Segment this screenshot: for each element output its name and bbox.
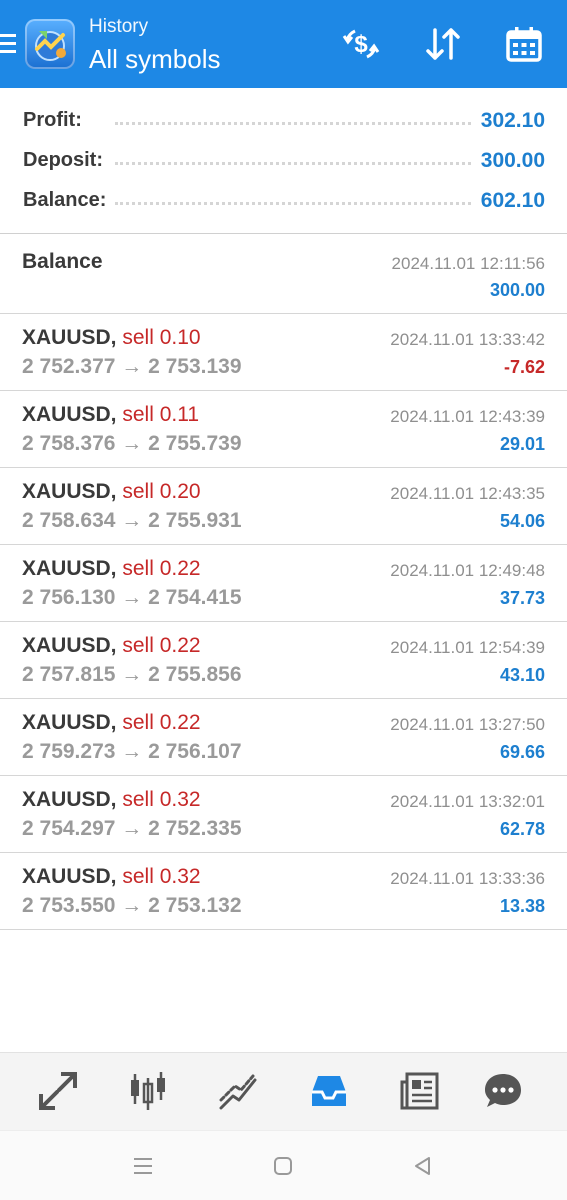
deal-side: sell 0.10 bbox=[122, 326, 201, 349]
deal-side: sell 0.22 bbox=[122, 557, 201, 580]
deal-symbol: XAUUSD, sell 0.32 bbox=[22, 788, 201, 812]
system-navigation-bar bbox=[0, 1130, 567, 1200]
deal-row[interactable]: XAUUSD, sell 0.22 2 757.815 → 2 755.856 … bbox=[0, 622, 567, 699]
deal-row[interactable]: XAUUSD, sell 0.10 2 752.377 → 2 753.139 … bbox=[0, 314, 567, 391]
deal-row[interactable]: XAUUSD, sell 0.22 2 759.273 → 2 756.107 … bbox=[0, 699, 567, 776]
deal-profit: 43.10 bbox=[499, 665, 545, 685]
deal-time: 2024.11.01 13:33:36 bbox=[390, 869, 545, 888]
deal-time: 2024.11.01 13:32:01 bbox=[390, 792, 545, 811]
chat-icon[interactable] bbox=[479, 1069, 527, 1113]
deal-time: 2024.11.01 13:27:50 bbox=[390, 715, 545, 734]
deal-row[interactable]: XAUUSD, sell 0.22 2 756.130 → 2 754.415 … bbox=[0, 545, 567, 622]
home-icon[interactable] bbox=[268, 1151, 298, 1181]
summary-profit-row: Profit: 302.10 bbox=[0, 100, 567, 140]
deal-profit: 37.73 bbox=[499, 588, 545, 608]
deal-symbol: XAUUSD, sell 0.10 bbox=[22, 326, 201, 350]
deal-row[interactable]: XAUUSD, sell 0.32 2 754.297 → 2 752.335 … bbox=[0, 776, 567, 853]
deal-row[interactable]: XAUUSD, sell 0.20 2 758.634 → 2 755.931 … bbox=[0, 468, 567, 545]
currency-exchange-icon[interactable]: $ bbox=[339, 22, 383, 66]
svg-text:$: $ bbox=[354, 31, 368, 58]
deal-profit: 62.78 bbox=[499, 819, 545, 839]
deals-list: Balance 2024.11.01 12:11:56 300.00 XAUUS… bbox=[0, 234, 567, 930]
dotted-leader bbox=[115, 122, 477, 125]
symbol-name: XAUUSD, bbox=[22, 788, 117, 811]
symbol-name: XAUUSD, bbox=[22, 634, 117, 657]
deal-prices: 2 758.634 → 2 755.931 bbox=[22, 509, 242, 532]
symbol-name: XAUUSD, bbox=[22, 865, 117, 888]
symbol-name: XAUUSD, bbox=[22, 557, 117, 580]
deal-prices: 2 754.297 → 2 752.335 bbox=[22, 817, 242, 840]
deal-time: 2024.11.01 12:49:48 bbox=[390, 561, 545, 580]
menu-icon[interactable] bbox=[0, 34, 16, 56]
deal-side: sell 0.32 bbox=[122, 865, 201, 888]
deal-prices: 2 759.273 → 2 756.107 bbox=[22, 740, 242, 763]
summary-balance-row: Balance: 602.10 bbox=[0, 180, 567, 220]
deal-side: sell 0.22 bbox=[122, 634, 201, 657]
deal-symbol: XAUUSD, sell 0.20 bbox=[22, 480, 201, 504]
deal-profit: 13.38 bbox=[499, 896, 545, 916]
deal-symbol: XAUUSD, sell 0.11 bbox=[22, 403, 199, 427]
deal-prices: 2 758.376 → 2 755.739 bbox=[22, 432, 242, 455]
summary-value: 300.00 bbox=[472, 149, 545, 173]
summary-value: 602.10 bbox=[472, 189, 545, 213]
app-header: History All symbols $ bbox=[0, 0, 567, 88]
back-icon[interactable] bbox=[408, 1151, 438, 1181]
deal-time: 2024.11.01 12:43:35 bbox=[390, 484, 545, 503]
deal-symbol: XAUUSD, sell 0.22 bbox=[22, 557, 201, 581]
trade-icon[interactable] bbox=[34, 1069, 82, 1113]
chart-candles-icon[interactable] bbox=[124, 1069, 172, 1113]
dotted-leader bbox=[115, 162, 477, 165]
deal-symbol: XAUUSD, sell 0.32 bbox=[22, 865, 201, 889]
deal-time: 2024.11.01 12:43:39 bbox=[390, 407, 545, 426]
app-logo bbox=[25, 19, 75, 69]
deal-profit: -7.62 bbox=[503, 357, 545, 377]
deal-time: 2024.11.01 12:54:39 bbox=[390, 638, 545, 657]
sort-icon[interactable] bbox=[421, 22, 465, 66]
bottom-navigation bbox=[0, 1052, 567, 1130]
deal-profit: 69.66 bbox=[499, 742, 545, 762]
deal-prices: 2 756.130 → 2 754.415 bbox=[22, 586, 242, 609]
deal-time: 2024.11.01 13:33:42 bbox=[390, 330, 545, 349]
history-summary: Profit: 302.10 Deposit: 300.00 Balance: … bbox=[0, 100, 567, 220]
deal-symbol: XAUUSD, sell 0.22 bbox=[22, 711, 201, 735]
deal-prices: 2 752.377 → 2 753.139 bbox=[22, 355, 242, 378]
deal-side: sell 0.32 bbox=[122, 788, 201, 811]
entry-time: 2024.11.01 12:11:56 bbox=[391, 254, 545, 273]
deal-row[interactable]: XAUUSD, sell 0.32 2 753.550 → 2 753.132 … bbox=[0, 853, 567, 930]
history-inbox-icon[interactable] bbox=[305, 1069, 353, 1113]
trendline-icon[interactable] bbox=[214, 1069, 262, 1113]
balance-entry[interactable]: Balance 2024.11.01 12:11:56 300.00 bbox=[0, 234, 567, 314]
summary-label: Deposit: bbox=[23, 149, 109, 172]
news-icon[interactable] bbox=[396, 1069, 444, 1113]
summary-label: Balance: bbox=[23, 189, 113, 212]
deal-side: sell 0.20 bbox=[122, 480, 201, 503]
deal-prices: 2 753.550 → 2 753.132 bbox=[22, 894, 242, 917]
deal-prices: 2 757.815 → 2 755.856 bbox=[22, 663, 242, 686]
symbol-name: XAUUSD, bbox=[22, 711, 117, 734]
deal-profit: 54.06 bbox=[499, 511, 545, 531]
header-subtitle: History bbox=[89, 16, 149, 37]
deal-side: sell 0.22 bbox=[122, 711, 201, 734]
recents-icon[interactable] bbox=[128, 1151, 158, 1181]
entry-label: Balance bbox=[22, 250, 103, 273]
dotted-leader bbox=[115, 202, 477, 205]
calendar-icon[interactable] bbox=[502, 22, 546, 66]
symbol-name: XAUUSD, bbox=[22, 403, 117, 426]
header-title: All symbols bbox=[89, 44, 221, 74]
summary-value: 302.10 bbox=[472, 109, 545, 133]
deal-row[interactable]: XAUUSD, sell 0.11 2 758.376 → 2 755.739 … bbox=[0, 391, 567, 468]
symbol-name: XAUUSD, bbox=[22, 480, 117, 503]
entry-amount: 300.00 bbox=[489, 280, 545, 300]
deal-symbol: XAUUSD, sell 0.22 bbox=[22, 634, 201, 658]
summary-deposit-row: Deposit: 300.00 bbox=[0, 140, 567, 180]
deal-side: sell 0.11 bbox=[122, 403, 200, 426]
deal-profit: 29.01 bbox=[499, 434, 545, 454]
summary-label: Profit: bbox=[23, 109, 88, 132]
symbol-name: XAUUSD, bbox=[22, 326, 117, 349]
